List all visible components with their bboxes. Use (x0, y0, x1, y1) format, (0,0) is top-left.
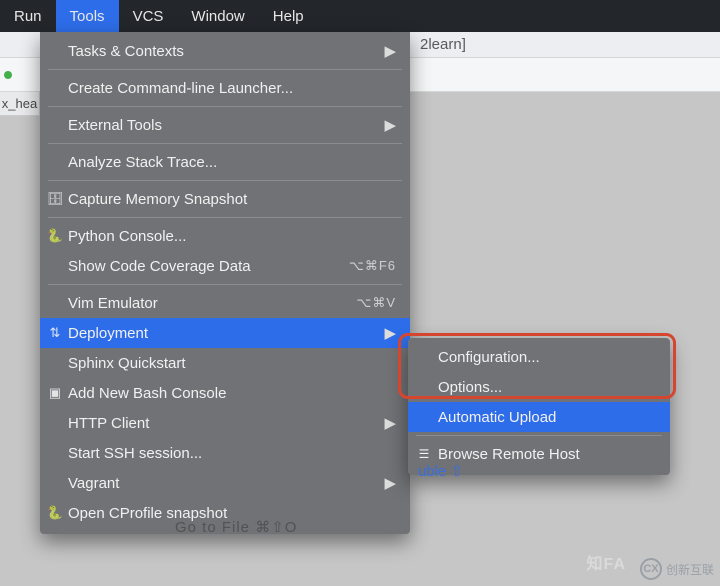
menu-separator (48, 180, 402, 181)
chevron-right-icon: ▶ (384, 116, 396, 134)
menu-item-label: Sphinx Quickstart (68, 355, 396, 372)
menu-item-label: Add New Bash Console (68, 385, 396, 402)
remote-host-icon: ☰ (416, 446, 432, 462)
menu-item-external-tools[interactable]: External Tools ▶ (40, 110, 410, 140)
menu-item-label: Options... (438, 379, 656, 396)
deploy-icon: ⇅ (46, 324, 64, 342)
menu-tools[interactable]: Tools (56, 0, 119, 32)
menu-separator (416, 435, 662, 436)
menu-help[interactable]: Help (259, 0, 318, 32)
menu-item-label: Configuration... (438, 349, 656, 366)
chevron-right-icon: ▶ (384, 414, 396, 432)
menu-shortcut: ⌥⌘F6 (349, 258, 396, 274)
watermark: 知FA (587, 550, 626, 574)
menu-item-capture-memory[interactable]: 🗄 Capture Memory Snapshot (40, 184, 410, 214)
run-status-icon (4, 71, 12, 79)
menu-item-sphinx-quickstart[interactable]: Sphinx Quickstart (40, 348, 410, 378)
menu-separator (48, 284, 402, 285)
bash-icon: ▣ (46, 384, 64, 402)
menu-item-vim-emulator[interactable]: Vim Emulator ⌥⌘V (40, 288, 410, 318)
submenu-item-options[interactable]: Options... (408, 372, 670, 402)
menu-vcs[interactable]: VCS (119, 0, 178, 32)
watermark: CX 创新互联 (640, 558, 714, 580)
menu-run[interactable]: Run (0, 0, 56, 32)
menu-item-deployment[interactable]: ⇅ Deployment ▶ (40, 318, 410, 348)
editor-hint-fragment: uble ⇧ (418, 462, 463, 480)
left-gutter-tab[interactable]: x_hea (0, 92, 40, 116)
menu-item-http-client[interactable]: HTTP Client ▶ (40, 408, 410, 438)
menu-item-ssh-session[interactable]: Start SSH session... (40, 438, 410, 468)
python-icon: 🐍 (46, 504, 64, 522)
watermark-logo-icon: CX (640, 558, 662, 580)
menubar: Run Tools VCS Window Help (0, 0, 720, 32)
menu-item-label: Tasks & Contexts (68, 43, 384, 60)
menu-item-label: Automatic Upload (438, 409, 656, 426)
menu-item-coverage-data[interactable]: Show Code Coverage Data ⌥⌘F6 (40, 251, 410, 281)
menu-item-add-bash-console[interactable]: ▣ Add New Bash Console (40, 378, 410, 408)
memory-icon: 🗄 (46, 190, 64, 208)
menu-item-label: Show Code Coverage Data (68, 258, 349, 275)
chevron-right-icon: ▶ (384, 42, 396, 60)
menu-item-label: Capture Memory Snapshot (68, 191, 396, 208)
chevron-right-icon: ▶ (384, 474, 396, 492)
menu-item-create-launcher[interactable]: Create Command-line Launcher... (40, 73, 410, 103)
menu-item-label: Vim Emulator (68, 295, 356, 312)
submenu-item-automatic-upload[interactable]: Automatic Upload (408, 402, 670, 432)
menu-item-label: Create Command-line Launcher... (68, 80, 396, 97)
menu-item-tasks-contexts[interactable]: Tasks & Contexts ▶ (40, 36, 410, 66)
menu-separator (48, 143, 402, 144)
menu-item-label: Deployment (68, 325, 384, 342)
menu-item-analyze-stack-trace[interactable]: Analyze Stack Trace... (40, 147, 410, 177)
menu-item-python-console[interactable]: 🐍 Python Console... (40, 221, 410, 251)
menu-shortcut: ⌥⌘V (356, 295, 396, 311)
menu-separator (48, 106, 402, 107)
menu-item-label: Python Console... (68, 228, 396, 245)
python-icon: 🐍 (46, 227, 64, 245)
menu-item-label: Start SSH session... (68, 445, 396, 462)
menu-item-label: HTTP Client (68, 415, 384, 432)
menu-item-label: Vagrant (68, 475, 384, 492)
menu-separator (48, 217, 402, 218)
tools-dropdown: Tasks & Contexts ▶ Create Command-line L… (40, 32, 410, 534)
menu-item-label: Analyze Stack Trace... (68, 154, 396, 171)
menu-item-label: External Tools (68, 117, 384, 134)
menu-window[interactable]: Window (177, 0, 258, 32)
chevron-right-icon: ▶ (384, 324, 396, 342)
menu-separator (48, 69, 402, 70)
submenu-item-configuration[interactable]: Configuration... (408, 342, 670, 372)
deployment-submenu: Configuration... Options... Automatic Up… (408, 338, 670, 475)
menu-item-vagrant[interactable]: Vagrant ▶ (40, 468, 410, 498)
editor-hint-fragment: Go to File ⌘⇧O (175, 518, 297, 536)
menu-item-label: Browse Remote Host (438, 446, 656, 463)
watermark-text: 创新互联 (666, 561, 714, 578)
window-title-fragment: 2learn] (420, 36, 466, 53)
